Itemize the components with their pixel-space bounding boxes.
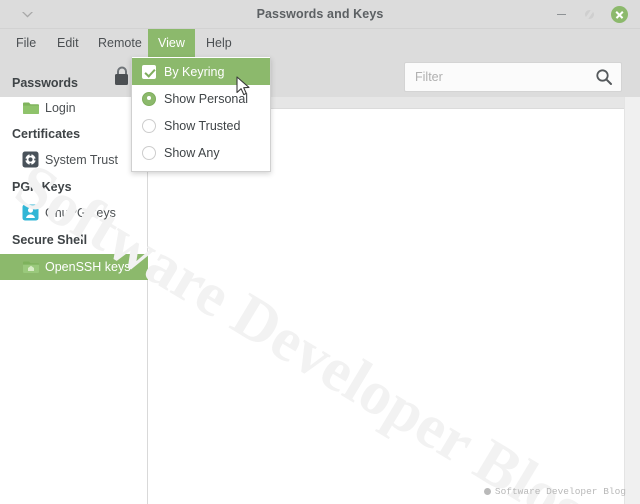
menu-view[interactable]: View bbox=[148, 29, 195, 57]
menu-item-label: Show Any bbox=[164, 145, 220, 160]
credit-label: Software Developer Blog bbox=[494, 486, 626, 497]
minimize-icon bbox=[556, 13, 566, 16]
menu-item-label: By Keyring bbox=[164, 64, 225, 79]
toolbar bbox=[0, 57, 640, 97]
menu-edit[interactable]: Edit bbox=[47, 29, 89, 57]
menu-file[interactable]: File bbox=[6, 29, 46, 57]
checkbox-checked-icon[interactable] bbox=[142, 64, 156, 79]
close-button[interactable] bbox=[606, 0, 632, 29]
sidebar-item-login[interactable]: Login bbox=[0, 95, 148, 121]
view-dropdown-menu: By Keyring Show Personal Show Trusted Sh… bbox=[131, 57, 271, 172]
sidebar-item-gnupg-keys[interactable]: GnuPG keys bbox=[0, 200, 148, 226]
pgp-key-icon bbox=[22, 204, 40, 222]
menu-bar: File Edit Remote View Help bbox=[0, 29, 640, 57]
sidebar-header-pgp-keys: PGP Keys bbox=[12, 180, 72, 194]
menu-remote[interactable]: Remote bbox=[88, 29, 152, 57]
ssh-folder-icon bbox=[22, 258, 40, 276]
sidebar-item-label: OpenSSH keys bbox=[45, 260, 131, 274]
credit-bullet-icon bbox=[483, 488, 491, 495]
sidebar-item-label: Login bbox=[45, 101, 76, 115]
sidebar-item-label: System Trust bbox=[45, 153, 118, 167]
sidebar-item-label: GnuPG keys bbox=[45, 206, 116, 220]
close-icon bbox=[610, 6, 628, 23]
title-bar: Passwords and Keys bbox=[0, 0, 640, 29]
menu-help[interactable]: Help bbox=[196, 29, 242, 57]
menu-item-show-personal[interactable]: Show Personal bbox=[132, 85, 270, 112]
radio-selected-icon[interactable] bbox=[142, 91, 156, 106]
window-title: Passwords and Keys bbox=[256, 7, 384, 21]
radio-unselected-icon[interactable] bbox=[142, 118, 156, 133]
sidebar: Passwords Login Certificates System Trus… bbox=[0, 76, 148, 504]
sidebar-item-system-trust[interactable]: System Trust bbox=[0, 147, 148, 173]
sidebar-header-certificates: Certificates bbox=[12, 127, 81, 141]
search-icon[interactable] bbox=[595, 68, 613, 86]
radio-unselected-icon[interactable] bbox=[142, 145, 156, 160]
minimize-button[interactable] bbox=[548, 0, 574, 29]
menu-item-label: Show Trusted bbox=[164, 118, 241, 133]
menu-item-label: Show Personal bbox=[164, 91, 249, 106]
sidebar-header-passwords: Passwords bbox=[12, 76, 79, 90]
application-window: Passwords and Keys File Edit Remote View… bbox=[0, 0, 640, 504]
restore-icon bbox=[584, 10, 594, 19]
search-input[interactable] bbox=[405, 63, 591, 91]
right-gutter bbox=[624, 97, 640, 504]
keyring-folder-icon bbox=[22, 99, 40, 117]
gear-icon bbox=[22, 151, 40, 169]
menu-item-show-any[interactable]: Show Any bbox=[132, 139, 270, 166]
sidebar-header-secure-shell: Secure Shell bbox=[12, 233, 88, 247]
blog-credit: Software Developer Blog bbox=[483, 486, 626, 497]
sidebar-item-openssh-keys[interactable]: OpenSSH keys bbox=[0, 254, 148, 280]
menu-item-by-keyring[interactable]: By Keyring bbox=[132, 58, 270, 85]
menu-item-show-trusted[interactable]: Show Trusted bbox=[132, 112, 270, 139]
maximize-button[interactable] bbox=[576, 0, 602, 29]
filter-field[interactable] bbox=[404, 62, 622, 92]
